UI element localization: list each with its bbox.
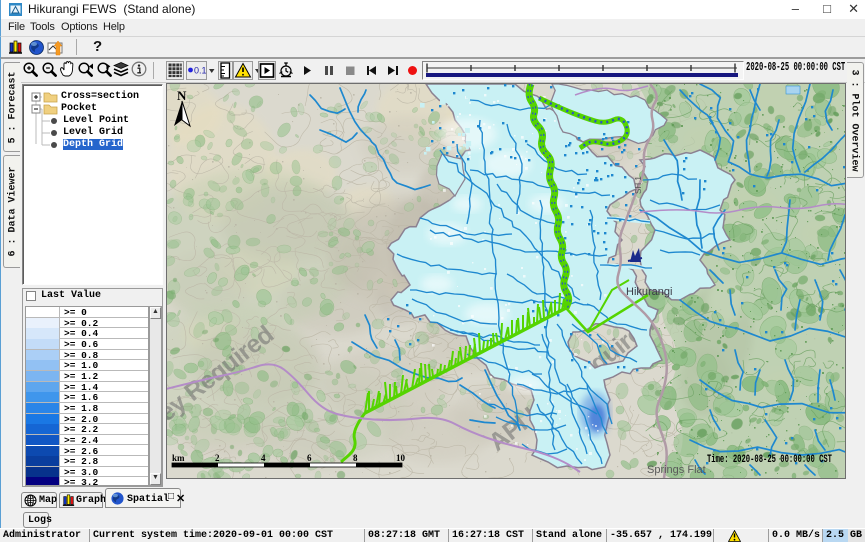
svg-text:N: N: [177, 88, 187, 103]
svg-text:Springs Flat: Springs Flat: [647, 464, 706, 476]
svg-text:2: 2: [215, 453, 220, 463]
svg-text:km: km: [172, 453, 185, 463]
svg-text:SH 1: SH 1: [634, 176, 643, 194]
svg-text:10: 10: [396, 453, 406, 463]
svg-text:0.1: 0.1: [194, 66, 207, 76]
svg-text:Time: 2020-08-25 00:00:00 CST: Time: 2020-08-25 00:00:00 CST: [707, 453, 832, 466]
svg-text:4: 4: [261, 453, 266, 463]
svg-text:6: 6: [307, 453, 312, 463]
svg-text:8: 8: [353, 453, 358, 463]
svg-text:Hikurangi: Hikurangi: [626, 286, 672, 298]
